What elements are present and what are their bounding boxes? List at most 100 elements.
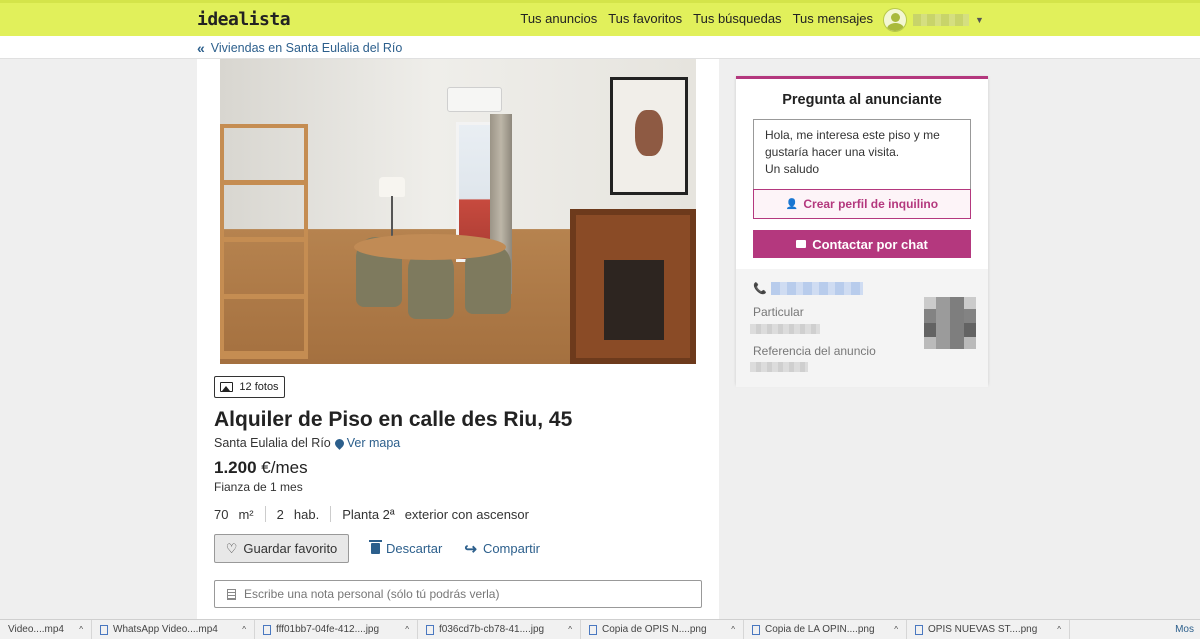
download-item[interactable]: fff01bb7-04fe-412....jpg ^	[255, 620, 418, 639]
listing-title: Alquiler de Piso en calle des Riu, 45	[214, 408, 573, 431]
download-filename: f036cd7b-cb78-41....jpg	[439, 624, 545, 635]
contact-chat-label: Contactar por chat	[812, 236, 928, 252]
create-tenant-profile-label: Crear perfil de inquilino	[803, 197, 939, 211]
top-header: idealista Tus anuncios Tus favoritos Tus…	[0, 0, 1200, 36]
nav-tus-mensajes[interactable]: Tus mensajes	[793, 11, 873, 26]
blurred-advertiser-name	[750, 324, 820, 334]
share-label: Compartir	[482, 541, 541, 556]
show-all-downloads-link[interactable]: Mos	[1175, 624, 1194, 635]
price: 1.200 €/mes	[214, 458, 308, 478]
download-item[interactable]: Copia de LA OPIN....png ^	[744, 620, 907, 639]
chevron-down-icon[interactable]: ▼	[975, 15, 984, 25]
feature-divider	[264, 506, 266, 522]
save-favorite-button[interactable]: ♡ Guardar favorito	[214, 534, 349, 563]
advertiser-type: Particular	[753, 305, 804, 319]
download-filename: fff01bb7-04fe-412....jpg	[276, 624, 380, 635]
download-item[interactable]: OPIS NUEVAS ST....png ^	[907, 620, 1070, 639]
view-map-label[interactable]: Ver mapa	[347, 436, 401, 450]
file-icon	[752, 624, 760, 635]
blurred-username	[913, 14, 969, 26]
floor-info: Planta 2ª	[342, 506, 395, 522]
chat-icon	[796, 240, 807, 248]
top-nav: Tus anuncios Tus favoritos Tus búsquedas…	[520, 11, 873, 26]
blurred-phone-number[interactable]	[770, 282, 863, 295]
photo-air-conditioner	[447, 87, 502, 112]
photo-lamp	[379, 177, 405, 197]
download-filename: Copia de LA OPIN....png	[765, 624, 875, 635]
download-item[interactable]: Video....mp4 ^	[0, 620, 92, 639]
listing-card: 12 fotos Alquiler de Piso en calle des R…	[197, 59, 719, 619]
user-avatar-icon[interactable]	[883, 8, 907, 32]
nav-tus-favoritos[interactable]: Tus favoritos	[608, 11, 682, 26]
contact-panel: Pregunta al anunciante Hola, me interesa…	[736, 76, 988, 387]
download-bar: Video....mp4 ^ WhatsApp Video....mp4 ^ f…	[0, 619, 1200, 639]
breadcrumb-label[interactable]: Viviendas en Santa Eulalia del Río	[211, 41, 403, 55]
chevron-up-icon[interactable]: ^	[242, 625, 246, 634]
nav-tus-anuncios[interactable]: Tus anuncios	[520, 11, 597, 26]
advertiser-info: 📞 Particular Referencia del anuncio	[736, 269, 988, 387]
photo-shelf	[220, 124, 308, 359]
listing-actions: ♡ Guardar favorito Descartar ↪ Compartir	[214, 534, 540, 563]
idealista-logo[interactable]: idealista	[197, 9, 291, 30]
personal-note-input[interactable]: Escribe una nota personal (sólo tú podrá…	[214, 580, 702, 608]
file-icon	[100, 624, 108, 635]
photos-button[interactable]: 12 fotos	[214, 376, 285, 398]
phone-row[interactable]: 📞	[753, 282, 863, 295]
download-item[interactable]: WhatsApp Video....mp4 ^	[92, 620, 255, 639]
location-text: Santa Eulalia del Río	[214, 436, 331, 450]
photo-wall-art	[610, 77, 688, 195]
chevron-up-icon[interactable]: ^	[1057, 625, 1061, 634]
chevron-up-icon[interactable]: ^	[731, 625, 735, 634]
blurred-reference	[750, 362, 808, 372]
double-chevron-left-icon: «	[197, 40, 205, 56]
nav-tus-busquedas[interactable]: Tus búsquedas	[693, 11, 781, 26]
download-item[interactable]: f036cd7b-cb78-41....jpg ^	[418, 620, 581, 639]
photo-table	[354, 234, 506, 260]
area-unit: m²	[238, 506, 254, 522]
file-icon	[915, 624, 923, 635]
reference-label: Referencia del anuncio	[753, 344, 876, 358]
message-text[interactable]: Hola, me interesa este piso y me gustarí…	[754, 120, 970, 178]
phone-icon: 📞	[753, 283, 767, 295]
price-unit: €/mes	[261, 458, 308, 477]
heart-icon: ♡	[225, 540, 238, 556]
discard-button[interactable]: Descartar	[369, 540, 442, 556]
download-filename: Copia de OPIS N....png	[602, 624, 707, 635]
chevron-up-icon[interactable]: ^	[894, 625, 898, 634]
contact-title: Pregunta al anunciante	[782, 92, 942, 108]
user-plus-icon: 👤	[785, 198, 799, 210]
rooms-value: 2	[276, 506, 284, 522]
download-filename: Video....mp4	[8, 624, 64, 635]
deposit-info: Fianza de 1 mes	[214, 480, 303, 494]
contact-chat-button[interactable]: Contactar por chat	[753, 230, 971, 258]
advertiser-avatar	[924, 297, 976, 349]
location-row: Santa Eulalia del Río Ver mapa	[214, 436, 400, 450]
map-pin-icon	[332, 436, 346, 450]
rooms-unit: hab.	[293, 506, 320, 522]
download-filename: WhatsApp Video....mp4	[113, 624, 218, 635]
create-tenant-profile-button[interactable]: 👤 Crear perfil de inquilino	[753, 189, 971, 219]
photos-count: 12 fotos	[239, 381, 279, 393]
main-photo[interactable]	[220, 59, 696, 364]
file-icon	[426, 624, 434, 635]
download-filename: OPIS NUEVAS ST....png	[928, 624, 1038, 635]
download-item[interactable]: Copia de OPIS N....png ^	[581, 620, 744, 639]
area-value: 70	[214, 506, 229, 522]
save-favorite-label: Guardar favorito	[243, 541, 338, 556]
personal-note-placeholder[interactable]: Escribe una nota personal (sólo tú podrá…	[244, 587, 499, 601]
image-icon	[220, 382, 234, 392]
chevron-up-icon[interactable]: ^	[568, 625, 572, 634]
chevron-up-icon[interactable]: ^	[405, 625, 409, 634]
chevron-up-icon[interactable]: ^	[79, 625, 83, 634]
breadcrumb[interactable]: « Viviendas en Santa Eulalia del Río	[197, 40, 402, 56]
price-value: 1.200	[214, 458, 257, 477]
view-map-link[interactable]: Ver mapa	[332, 436, 401, 450]
breadcrumb-bar: « Viviendas en Santa Eulalia del Río	[0, 36, 1200, 59]
features-row: 70 m² 2 hab. Planta 2ª exterior con asce…	[214, 506, 529, 522]
photo-fireplace	[570, 209, 696, 364]
share-button[interactable]: ↪ Compartir	[464, 540, 540, 558]
floor-extra: exterior con ascensor	[404, 506, 529, 522]
trash-icon	[369, 540, 382, 554]
user-menu[interactable]: ▼	[883, 8, 984, 32]
file-icon	[589, 624, 597, 635]
